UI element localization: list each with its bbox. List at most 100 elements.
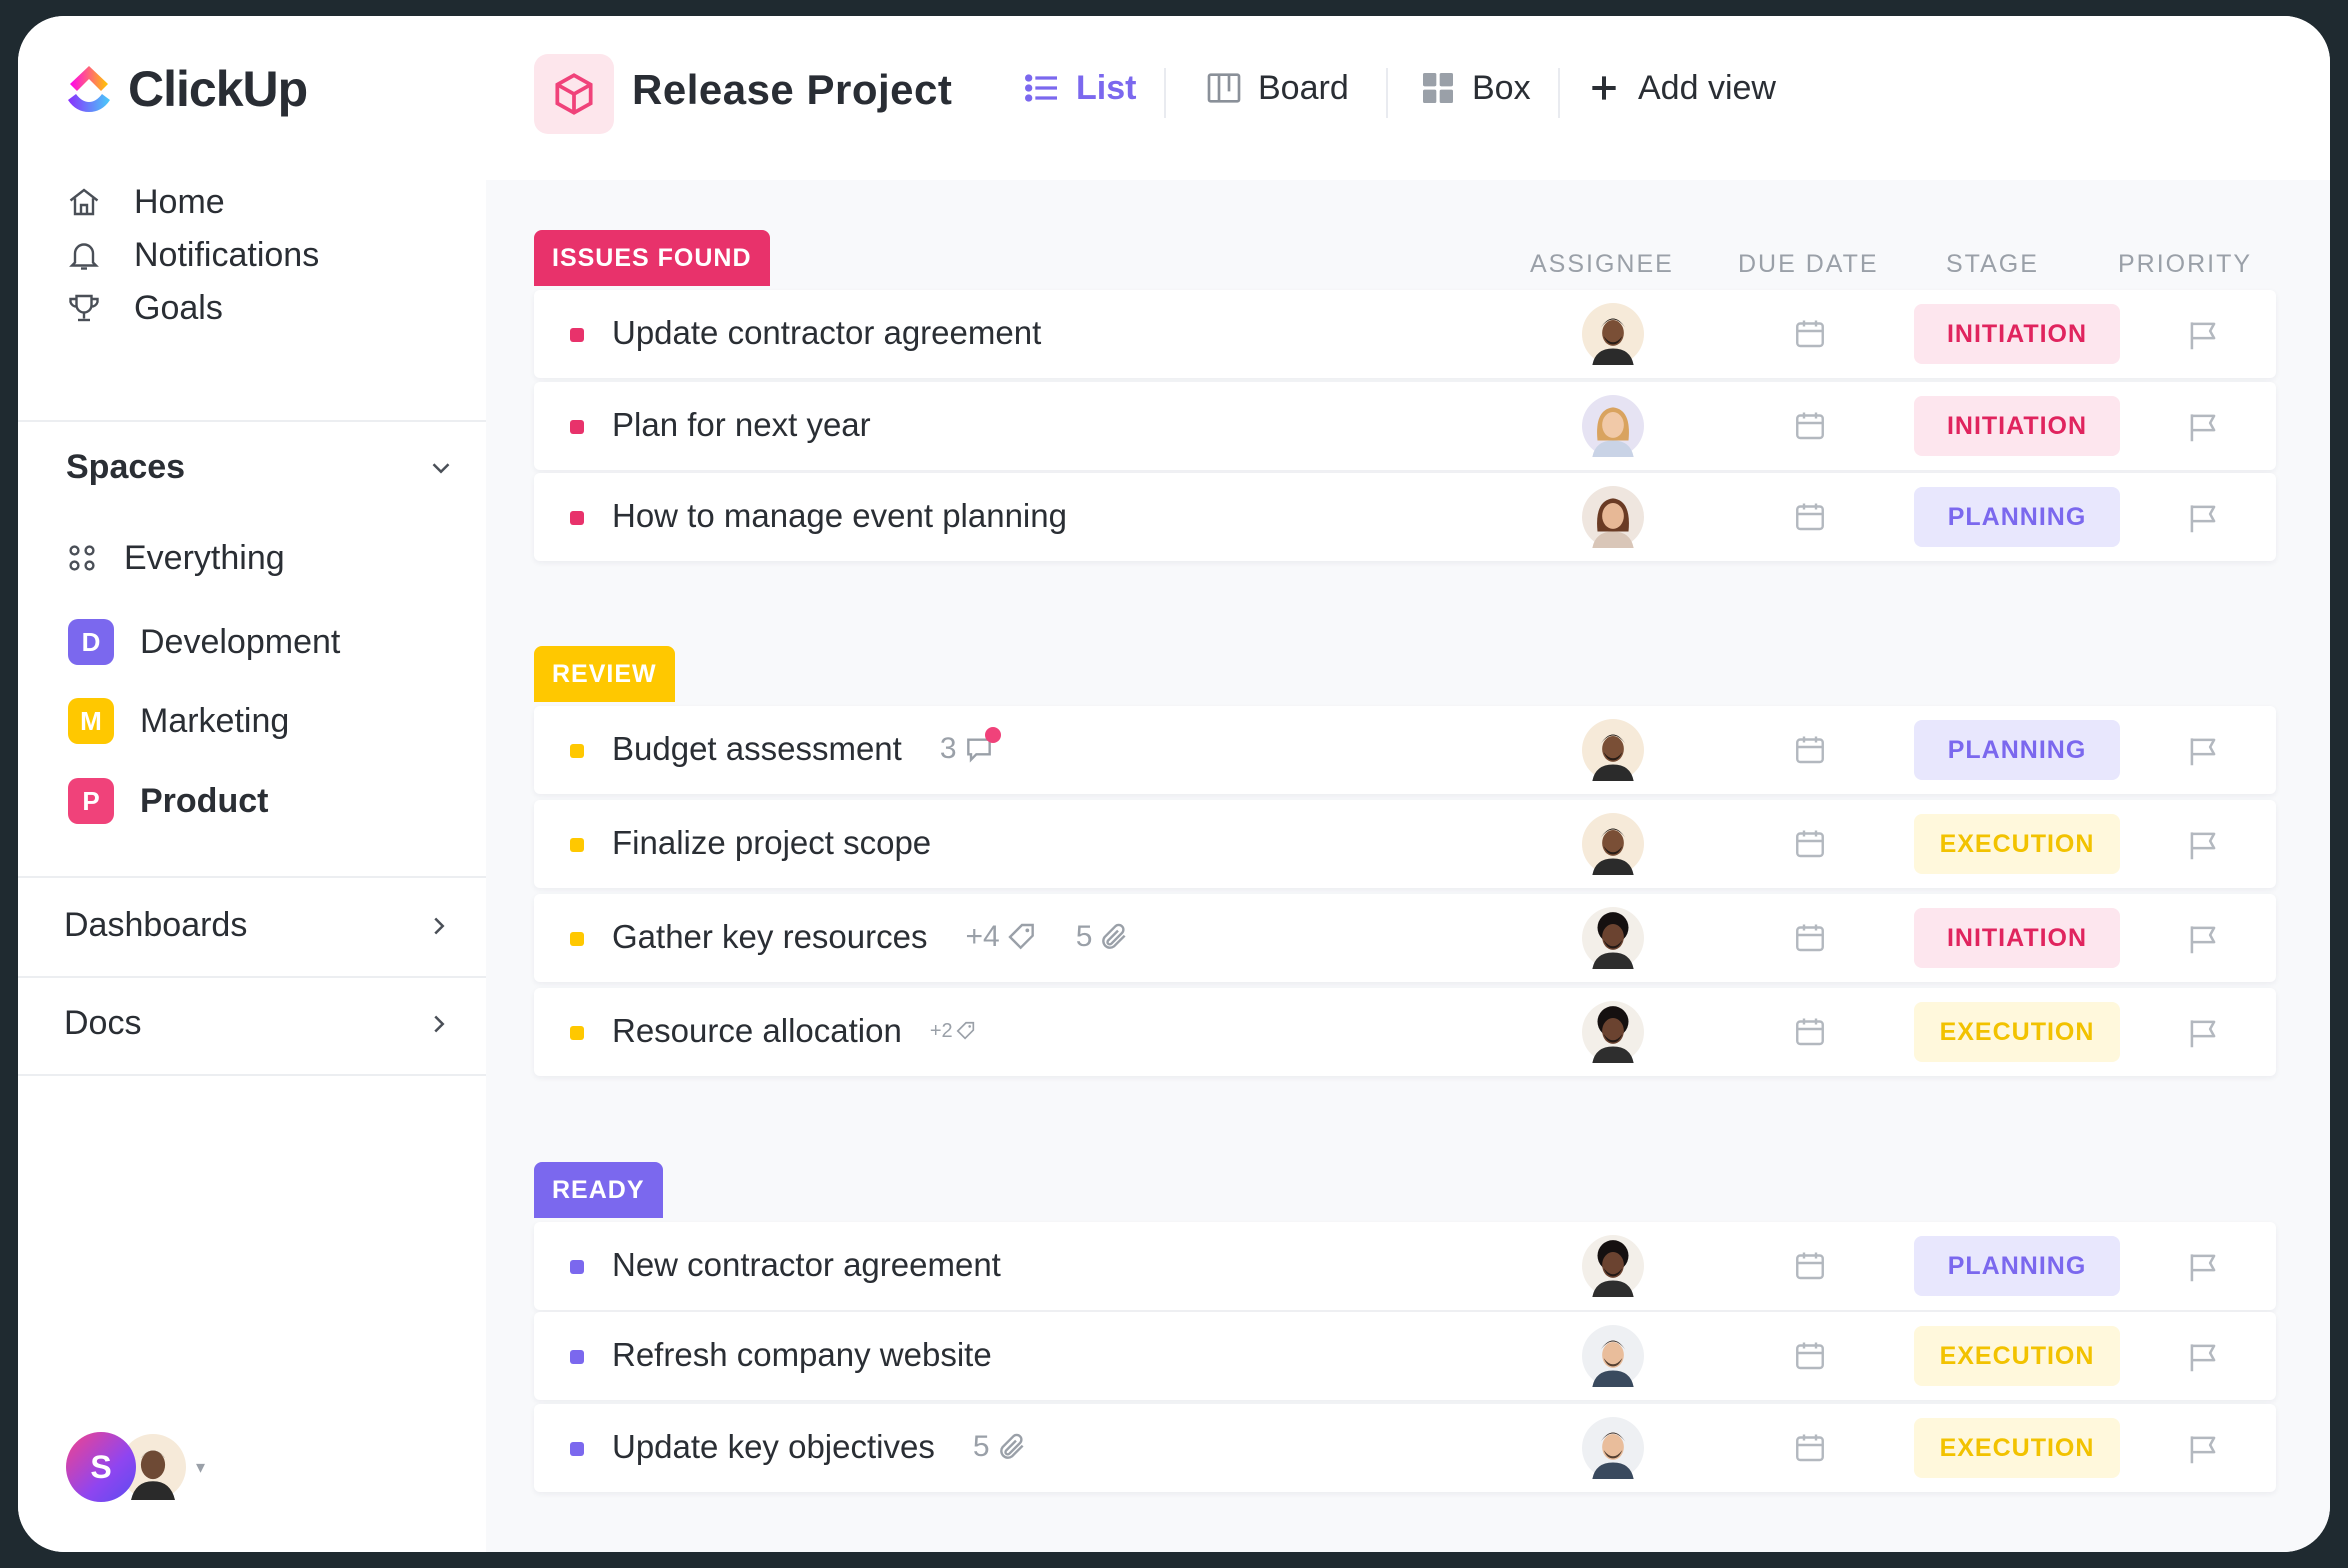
assignee-avatar[interactable] [1582, 1235, 1644, 1297]
clickup-logo[interactable]: ClickUp [64, 60, 308, 118]
dashboards-label: Dashboards [64, 906, 248, 944]
status-dot[interactable] [570, 1350, 584, 1364]
assignee-avatar[interactable] [1582, 1001, 1644, 1063]
nav-goals[interactable]: Goals [64, 288, 223, 328]
user-menu[interactable]: S ▾ [66, 1432, 205, 1502]
calendar-icon[interactable] [1792, 499, 1828, 535]
stage-badge[interactable]: INITIATION [1914, 908, 2120, 968]
status-dot[interactable] [570, 420, 584, 434]
priority-flag-icon[interactable] [2184, 1248, 2222, 1286]
tab-box[interactable]: Box [1418, 68, 1531, 108]
task-row[interactable]: Update key objectives 5 EXECUTION [534, 1404, 2276, 1492]
calendar-icon[interactable] [1792, 920, 1828, 956]
assignee-avatar[interactable] [1582, 1325, 1644, 1387]
status-dot[interactable] [570, 1442, 584, 1456]
tag-count[interactable]: +4 [965, 920, 1037, 954]
calendar-icon[interactable] [1792, 826, 1828, 862]
stage-badge[interactable]: INITIATION [1914, 396, 2120, 456]
status-dot[interactable] [570, 1026, 584, 1040]
priority-flag-icon[interactable] [2184, 499, 2222, 537]
task-row[interactable]: Budget assessment 3 PLANNING [534, 706, 2276, 794]
priority-flag-icon[interactable] [2184, 920, 2222, 958]
priority-flag-icon[interactable] [2184, 1430, 2222, 1468]
tab-list[interactable]: List [1022, 68, 1136, 108]
column-header-assignee[interactable]: ASSIGNEE [1530, 250, 1674, 279]
task-name[interactable]: Update contractor agreement [612, 314, 1041, 352]
calendar-icon[interactable] [1792, 1338, 1828, 1374]
assignee-avatar[interactable] [1582, 303, 1644, 365]
task-name[interactable]: Budget assessment 3 [612, 727, 1001, 768]
task-name[interactable]: New contractor agreement [612, 1246, 1001, 1284]
calendar-icon[interactable] [1792, 408, 1828, 444]
assignee-avatar[interactable] [1582, 395, 1644, 457]
column-header-stage[interactable]: STAGE [1946, 250, 2039, 279]
priority-flag-icon[interactable] [2184, 408, 2222, 446]
priority-flag-icon[interactable] [2184, 732, 2222, 770]
calendar-icon[interactable] [1792, 1014, 1828, 1050]
add-view-button[interactable]: Add view [1584, 68, 1776, 108]
stage-badge[interactable]: EXECUTION [1914, 814, 2120, 874]
task-row[interactable]: Plan for next year INITIATION [534, 382, 2276, 470]
stage-badge[interactable]: EXECUTION [1914, 1326, 2120, 1386]
priority-flag-icon[interactable] [2184, 316, 2222, 354]
stage-badge[interactable]: PLANNING [1914, 1236, 2120, 1296]
nav-notifications[interactable]: Notifications [64, 235, 319, 275]
assignee-avatar[interactable] [1582, 813, 1644, 875]
task-name[interactable]: Resource allocation +2 [612, 1012, 977, 1050]
tab-board[interactable]: Board [1204, 68, 1349, 108]
assignee-avatar[interactable] [1582, 1417, 1644, 1479]
column-header-priority[interactable]: PRIORITY [2118, 250, 2252, 279]
column-header-due-date[interactable]: DUE DATE [1738, 250, 1879, 279]
assignee-avatar[interactable] [1582, 907, 1644, 969]
task-name[interactable]: Gather key resources +4 5 [612, 918, 1130, 956]
calendar-icon[interactable] [1792, 1430, 1828, 1466]
nav-home[interactable]: Home [64, 182, 225, 222]
task-row[interactable]: Refresh company website EXECUTION [534, 1312, 2276, 1400]
task-row[interactable]: New contractor agreement PLANNING [534, 1222, 2276, 1310]
attachment-count[interactable]: 5 [973, 1430, 1028, 1464]
calendar-icon[interactable] [1792, 732, 1828, 768]
stage-badge[interactable]: EXECUTION [1914, 1418, 2120, 1478]
status-dot[interactable] [570, 511, 584, 525]
priority-flag-icon[interactable] [2184, 1338, 2222, 1376]
status-dot[interactable] [570, 838, 584, 852]
assignee-avatar[interactable] [1582, 486, 1644, 548]
task-row[interactable]: Resource allocation +2 EXECUTION [534, 988, 2276, 1076]
dashboards-row[interactable]: Dashboards [64, 906, 454, 945]
group-label[interactable]: READY [534, 1162, 663, 1218]
task-name[interactable]: Finalize project scope [612, 824, 931, 862]
assignee-avatar[interactable] [1582, 719, 1644, 781]
stage-badge[interactable]: PLANNING [1914, 487, 2120, 547]
task-name-text: Update key objectives [612, 1428, 935, 1465]
stage-badge[interactable]: INITIATION [1914, 304, 2120, 364]
group-label[interactable]: ISSUES FOUND [534, 230, 770, 286]
status-dot[interactable] [570, 328, 584, 342]
status-dot[interactable] [570, 744, 584, 758]
spaces-header[interactable]: Spaces [66, 448, 456, 487]
space-product[interactable]: P Product [68, 778, 268, 824]
tag-count[interactable]: +2 [930, 1020, 977, 1043]
status-dot[interactable] [570, 932, 584, 946]
task-name[interactable]: How to manage event planning [612, 497, 1067, 535]
space-marketing[interactable]: M Marketing [68, 698, 289, 744]
docs-row[interactable]: Docs [64, 1004, 454, 1043]
status-dot[interactable] [570, 1260, 584, 1274]
calendar-icon[interactable] [1792, 1248, 1828, 1284]
task-name[interactable]: Update key objectives 5 [612, 1428, 1028, 1466]
task-row[interactable]: Update contractor agreement INITIATION [534, 290, 2276, 378]
task-name[interactable]: Refresh company website [612, 1336, 992, 1374]
priority-flag-icon[interactable] [2184, 826, 2222, 864]
task-row[interactable]: Finalize project scope EXECUTION [534, 800, 2276, 888]
stage-badge[interactable]: EXECUTION [1914, 1002, 2120, 1062]
priority-flag-icon[interactable] [2184, 1014, 2222, 1052]
nav-everything[interactable]: Everything [62, 538, 285, 578]
calendar-icon[interactable] [1792, 316, 1828, 352]
stage-badge[interactable]: PLANNING [1914, 720, 2120, 780]
task-row[interactable]: Gather key resources +4 5 INITIATION [534, 894, 2276, 982]
comment-count[interactable]: 3 [940, 727, 1001, 766]
group-label[interactable]: REVIEW [534, 646, 675, 702]
space-development[interactable]: D Development [68, 619, 340, 665]
task-row[interactable]: How to manage event planning PLANNING [534, 473, 2276, 561]
task-name[interactable]: Plan for next year [612, 406, 871, 444]
attachment-count[interactable]: 5 [1076, 920, 1131, 954]
